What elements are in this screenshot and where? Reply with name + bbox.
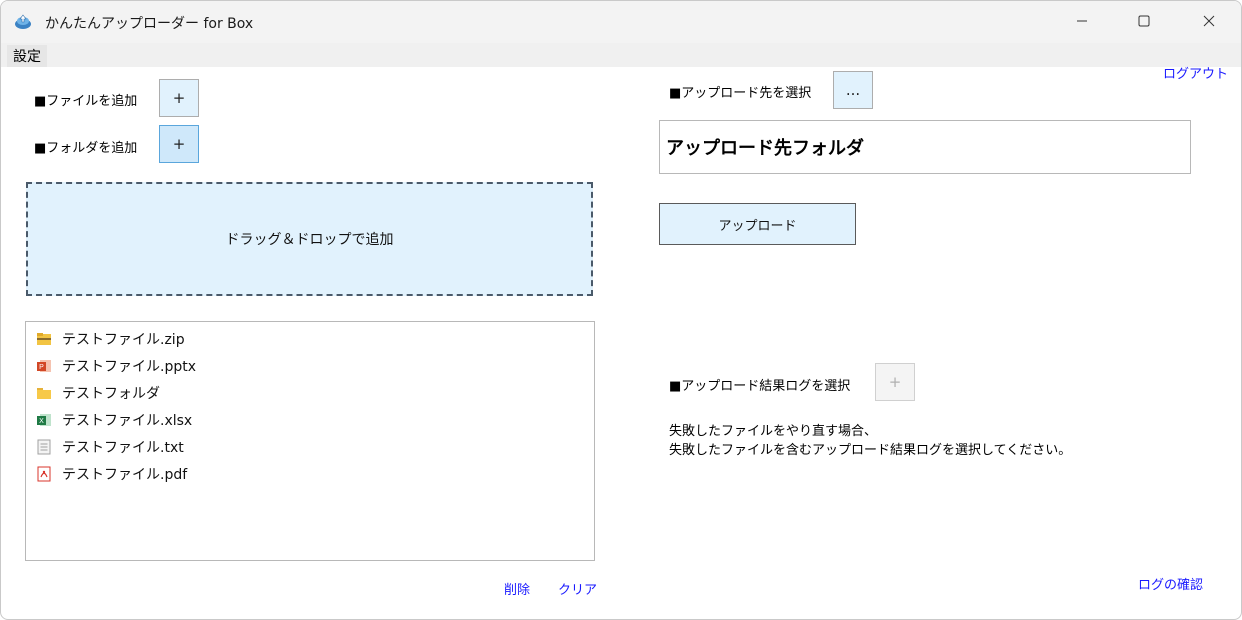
clear-link[interactable]: クリア xyxy=(558,579,597,598)
list-item[interactable]: P テストファイル.pptx xyxy=(36,355,196,377)
app-window: かんたんアップローダー for Box 設定 ■ファイルを追加 + ■フォルダを… xyxy=(0,0,1242,620)
retry-instructions: 失敗したファイルをやり直す場合、 失敗したファイルを含むアップロード結果ログを選… xyxy=(669,422,1071,460)
menu-bar: 設定 xyxy=(1,43,1241,67)
list-item[interactable]: テストファイル.pdf xyxy=(36,463,187,485)
list-item[interactable]: テストファイル.zip xyxy=(36,328,185,350)
svg-text:P: P xyxy=(39,364,44,371)
minimize-icon xyxy=(1077,20,1087,22)
close-button[interactable] xyxy=(1186,1,1232,41)
retry-instructions-line2: 失敗したファイルを含むアップロード結果ログを選択してください。 xyxy=(669,443,1072,458)
app-logo-icon xyxy=(15,14,31,29)
select-log-button[interactable]: + xyxy=(875,363,915,401)
list-item[interactable]: テストフォルダ xyxy=(36,382,160,404)
list-item[interactable]: X テストファイル.xlsx xyxy=(36,409,192,431)
list-item[interactable]: テストファイル.txt xyxy=(36,436,184,458)
file-name: テストファイル.xlsx xyxy=(62,413,193,429)
powerpoint-icon: P xyxy=(37,360,51,372)
upload-button[interactable]: アップロード xyxy=(659,203,856,245)
folder-icon xyxy=(37,388,51,399)
excel-icon: X xyxy=(37,414,51,426)
destination-folder-name: アップロード先フォルダ xyxy=(666,138,864,159)
add-file-button[interactable]: + xyxy=(159,79,199,117)
add-folder-button[interactable]: + xyxy=(159,125,199,163)
add-folder-label: ■フォルダを追加 xyxy=(34,141,138,156)
title-bar[interactable]: かんたんアップローダー for Box xyxy=(1,1,1241,43)
file-name: テストファイル.zip xyxy=(62,332,185,348)
maximize-button[interactable] xyxy=(1121,1,1167,41)
menu-settings[interactable]: 設定 xyxy=(7,45,47,67)
svg-text:X: X xyxy=(39,418,44,425)
drag-drop-zone[interactable]: ドラッグ＆ドロップで追加 xyxy=(26,182,593,296)
destination-folder-field: アップロード先フォルダ xyxy=(659,120,1191,174)
select-log-label: ■アップロード結果ログを選択 xyxy=(669,379,851,394)
maximize-icon xyxy=(1138,15,1150,27)
dropzone-label: ドラッグ＆ドロップで追加 xyxy=(225,232,394,248)
file-name: テストファイル.txt xyxy=(62,440,184,456)
minimize-button[interactable] xyxy=(1059,1,1105,41)
file-name: テストファイル.pptx xyxy=(62,359,196,375)
close-icon xyxy=(1203,15,1215,27)
text-file-icon xyxy=(37,439,51,455)
logout-link[interactable]: ログアウト xyxy=(1163,63,1228,82)
file-list[interactable]: テストファイル.zip P テストファイル.pptx テストフォルダ X テスト… xyxy=(25,321,595,561)
select-destination-label: ■アップロード先を選択 xyxy=(669,86,812,101)
zip-folder-icon xyxy=(37,333,51,345)
window-title: かんたんアップローダー for Box xyxy=(45,16,254,32)
check-log-link[interactable]: ログの確認 xyxy=(1138,574,1203,593)
delete-link[interactable]: 削除 xyxy=(504,579,530,598)
pdf-icon xyxy=(37,466,51,482)
select-destination-button[interactable]: ... xyxy=(833,71,873,109)
file-name: テストフォルダ xyxy=(62,386,160,402)
file-name: テストファイル.pdf xyxy=(62,467,188,483)
retry-instructions-line1: 失敗したファイルをやり直す場合、 xyxy=(669,424,878,439)
add-file-label: ■ファイルを追加 xyxy=(34,94,138,109)
